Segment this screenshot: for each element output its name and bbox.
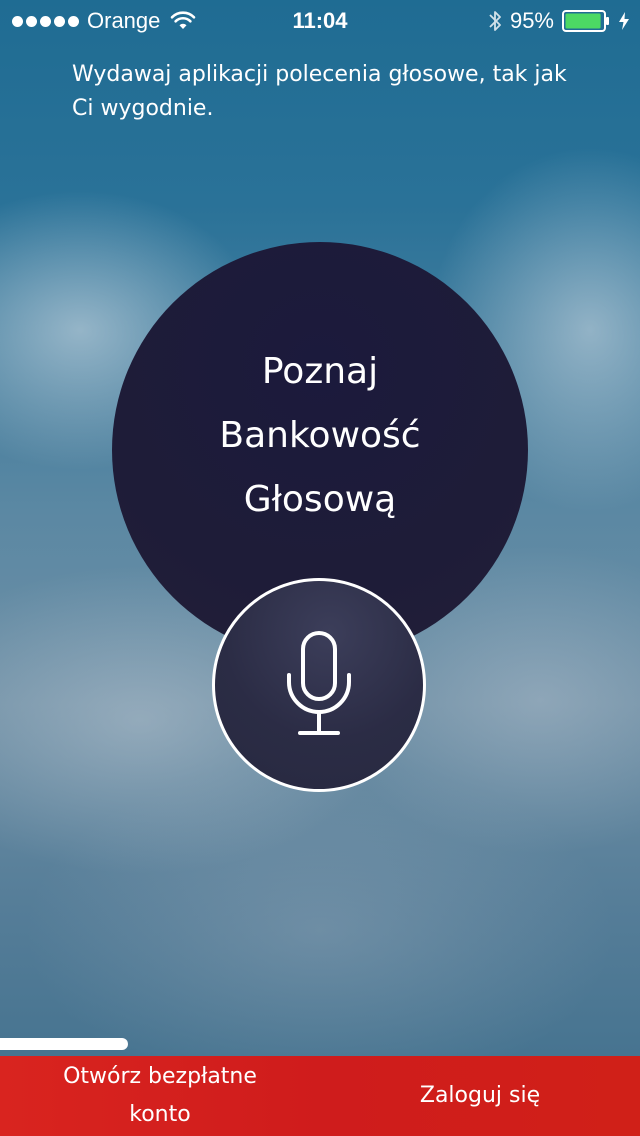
battery-percent: 95% [509,8,554,33]
intro-title-line3: Głosową [243,479,397,520]
page-indicator [0,1038,128,1050]
microphone-button[interactable] [212,578,426,792]
open-account-label: Otwórz bezpłatne konto [63,1064,257,1127]
bottom-bar: Otwórz bezpłatne konto Zaloguj się [0,1056,640,1136]
intro-title-line1: Poznaj [261,351,379,392]
login-label: Zaloguj się [419,1083,541,1108]
intro-title-line2: Bankowość [219,415,421,456]
open-account-button[interactable]: Otwórz bezpłatne konto [0,1056,320,1136]
status-right: 95% [488,8,630,34]
intro-title: Poznaj Bankowość Głosową [112,340,528,532]
login-button[interactable]: Zaloguj się [320,1056,640,1136]
bluetooth-icon [489,11,501,31]
charging-icon [619,12,629,30]
battery-icon [562,10,609,32]
voice-command-hint: Wydawaj aplikacji polecenia głosowe, tak… [72,62,567,121]
microphone-icon [287,631,351,735]
status-bar: Orange 11:04 95% [0,0,640,40]
